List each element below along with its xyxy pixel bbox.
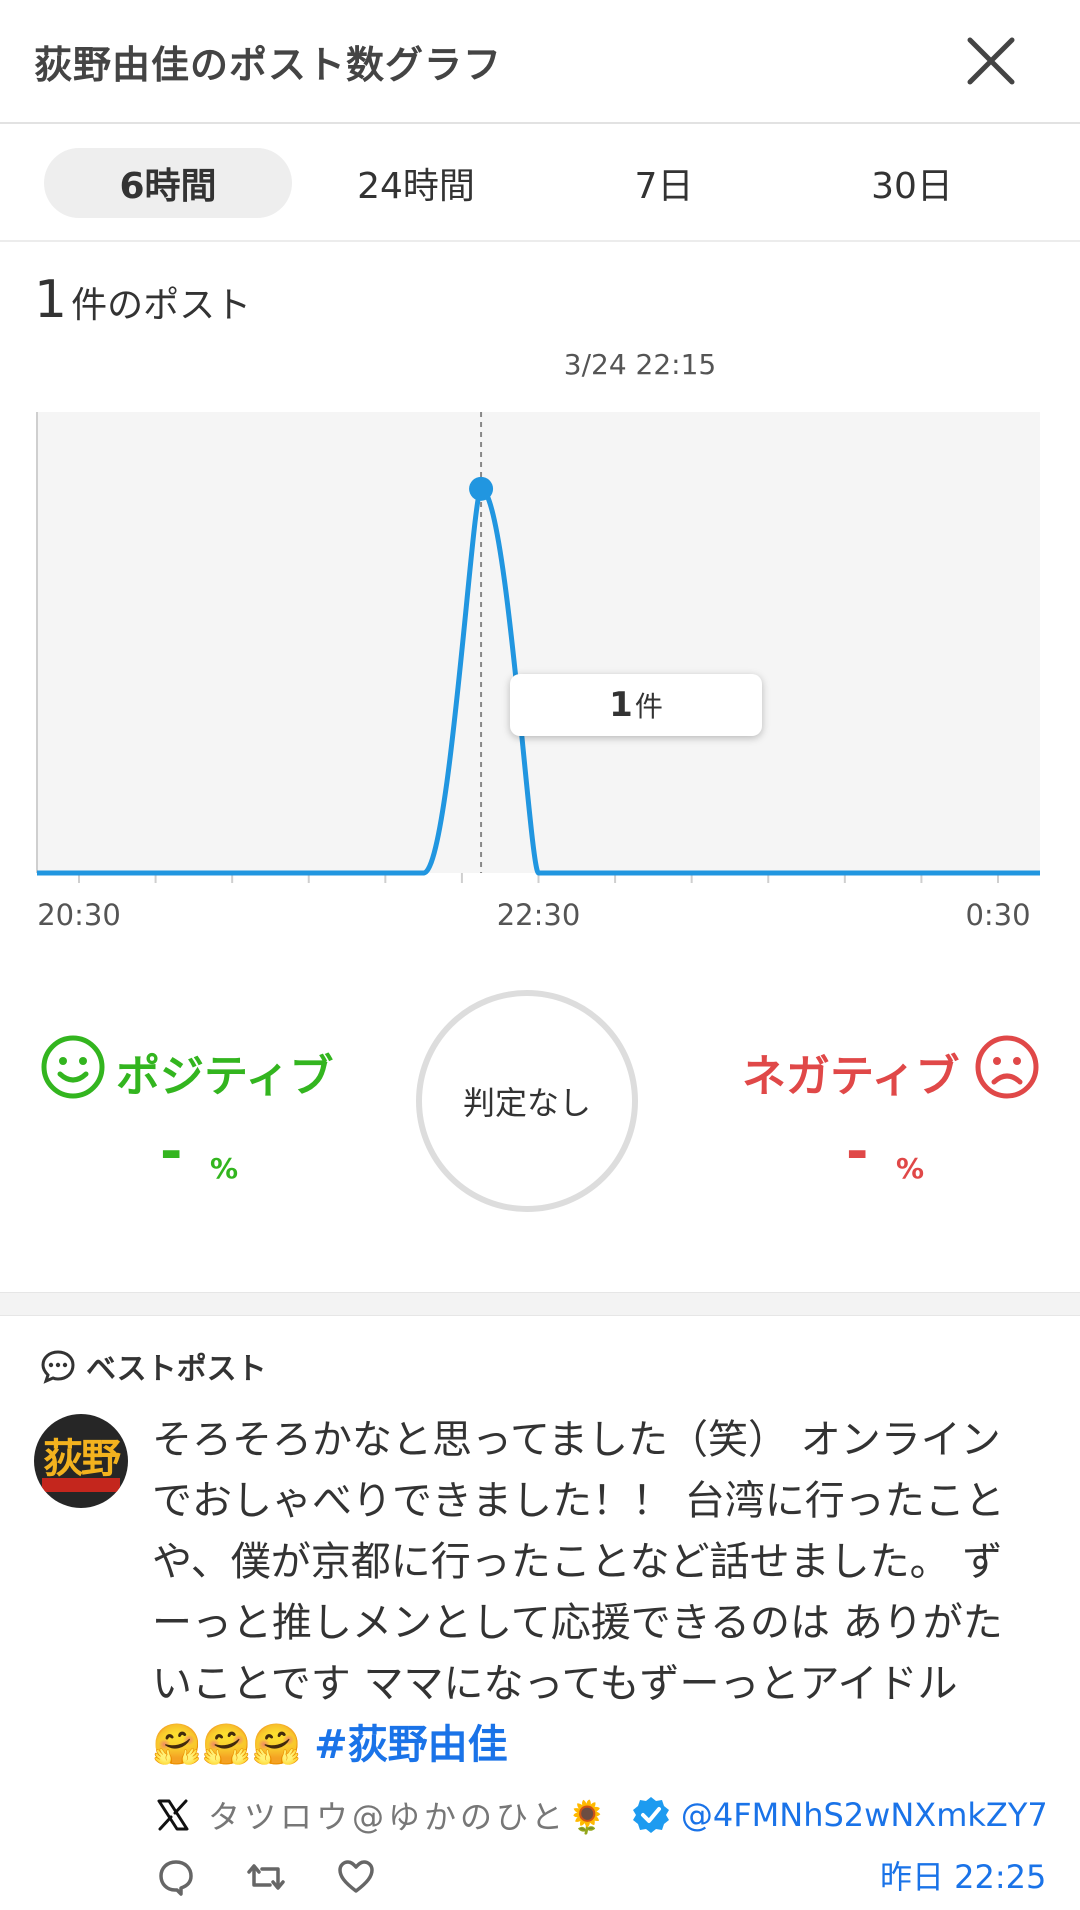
chart-x-tick-label: 20:30: [37, 898, 121, 932]
frown-icon: [975, 1035, 1039, 1099]
post-handle[interactable]: @4FMNhS2wNXmkZY7: [681, 1796, 1048, 1834]
avatar[interactable]: 荻野: [34, 1414, 128, 1508]
chat-bubble-icon: [41, 1350, 75, 1384]
reply-icon[interactable]: [156, 1857, 196, 1897]
close-icon: [967, 37, 1015, 85]
chart-highlight-point: [469, 476, 494, 501]
judgement-circle: 判定なし: [416, 990, 638, 1212]
range-tabs: 6時間 24時間 7日 30日: [0, 126, 1080, 242]
tab-30d[interactable]: 30日: [788, 148, 1036, 218]
post-actions: [156, 1852, 426, 1902]
post-hashtag[interactable]: #荻野由佳: [314, 1722, 508, 1768]
chart-tooltip: 1件: [510, 674, 762, 736]
tab-7d[interactable]: 7日: [540, 148, 788, 218]
page-title: 荻野由佳のポスト数グラフ: [34, 43, 503, 87]
negative-unit: %: [896, 1152, 925, 1185]
post-time: 昨日 22:25: [880, 1858, 1047, 1896]
positive-unit: %: [210, 1152, 239, 1185]
post-meta: タツロウ@ゆかのひと🌻 @4FMNhS2wNXmkZY7: [156, 1790, 1048, 1840]
negative-value: -: [846, 1120, 869, 1183]
post-body[interactable]: そろそろかなと思ってました（笑） オンラインでおしゃべりできました！！ 台湾に行…: [152, 1410, 1012, 1776]
best-post-header: ベストポスト: [40, 1346, 267, 1387]
tab-6h[interactable]: 6時間: [44, 148, 292, 218]
positive-label: ポジティブ: [116, 1051, 334, 1102]
post-count: 1 件のポスト: [34, 270, 251, 330]
tooltip-value: 1: [609, 685, 633, 725]
smile-icon: [41, 1035, 105, 1099]
section-divider: [0, 1292, 1080, 1316]
tab-24h[interactable]: 24時間: [292, 148, 540, 218]
like-heart-icon[interactable]: [336, 1857, 376, 1897]
chart-hover-date: 3/24 22:15: [563, 348, 717, 381]
post-count-number: 1: [34, 270, 68, 330]
header: 荻野由佳のポスト数グラフ: [0, 0, 1080, 124]
best-post-title: ベストポスト: [86, 1352, 267, 1387]
sentiment-panel: ポジティブ - % 判定なし ネガティブ - %: [0, 980, 1080, 1280]
tooltip-unit: 件: [634, 690, 663, 723]
x-logo-icon: [157, 1799, 189, 1831]
chart-x-tick-label: 0:30: [965, 898, 1030, 932]
chart-plot-area: [37, 412, 1040, 873]
avatar-text: 荻野: [43, 1436, 121, 1482]
repost-icon[interactable]: [246, 1857, 286, 1897]
judgement-label: 判定なし: [462, 1084, 591, 1122]
negative-label: ネガティブ: [742, 1051, 960, 1102]
verified-badge-icon: [632, 1797, 669, 1833]
positive-value: -: [160, 1120, 183, 1183]
post-count-label: 件のポスト: [71, 285, 252, 326]
post-author[interactable]: タツロウ@ゆかのひと🌻: [208, 1792, 611, 1838]
chart-x-tick-label: 22:30: [497, 898, 581, 932]
close-button[interactable]: [960, 30, 1022, 92]
post-body-text: そろそろかなと思ってました（笑） オンラインでおしゃべりできました！！ 台湾に行…: [152, 1417, 1005, 1768]
